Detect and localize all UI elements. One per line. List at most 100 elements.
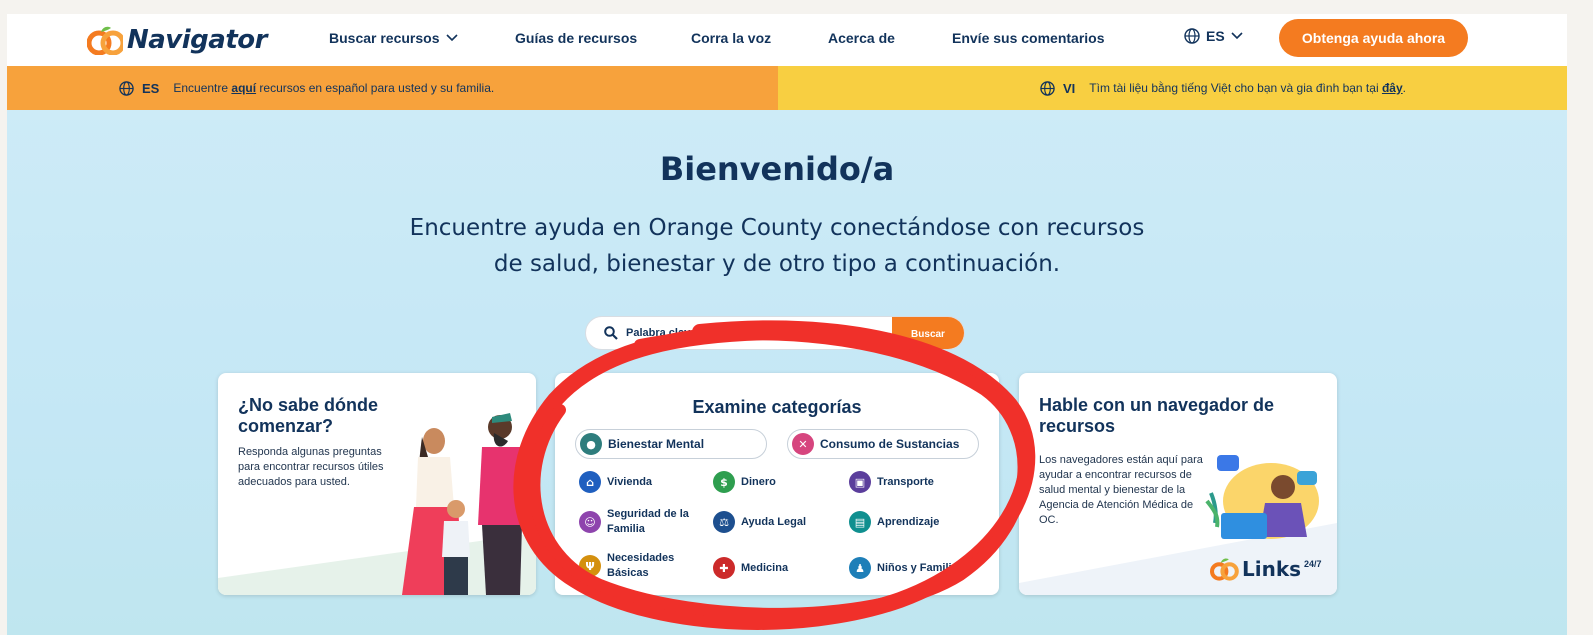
spanish-resources-link[interactable]: aquí: [231, 81, 256, 95]
nav-corra-la-voz[interactable]: Corra la voz: [691, 30, 771, 46]
page-title: Bienvenido/a: [659, 150, 895, 188]
nav-label: Envíe sus comentarios: [952, 30, 1105, 46]
card-description: Responda algunas preguntas para encontra…: [238, 445, 384, 490]
nav-label: Guías de recursos: [515, 30, 638, 46]
category-aprendizaje[interactable]: ▤ Aprendizaje: [849, 511, 939, 533]
utensils-icon: Ψ: [579, 555, 601, 577]
vietnamese-banner: VI Tìm tài liệu bằng tiếng Việt cho bạn …: [778, 66, 1567, 110]
child-icon: ♟: [849, 557, 871, 579]
nav-envie-comentarios[interactable]: Envíe sus comentarios: [952, 30, 1105, 46]
category-dinero[interactable]: $ Dinero: [713, 471, 776, 493]
card-text-line: ayudar a encontrar recursos de: [1039, 469, 1192, 481]
links-logo: Links 24/7: [1209, 557, 1322, 581]
nav-label: Corra la voz: [691, 30, 772, 46]
card-title-line: Hable con un navegador de: [1039, 395, 1275, 415]
card-title: Hable con un navegador de recursos: [1039, 395, 1274, 437]
hero-subtitle: Encuentre ayuda en Orange County conectá…: [397, 210, 1157, 282]
banner-text-before: Encuentre: [173, 81, 229, 95]
oc-logo-icon: [87, 26, 123, 55]
card-title-line: recursos: [1039, 416, 1116, 436]
card-description: Los navegadores están aquí para ayudar a…: [1039, 453, 1209, 528]
globe-icon: [1040, 80, 1055, 96]
talk-to-navigator-card[interactable]: Hable con un navegador de recursos Los n…: [1019, 373, 1337, 595]
nav-acerca-de[interactable]: Acerca de: [828, 30, 895, 46]
vietnamese-resources-link[interactable]: đây: [1382, 81, 1403, 95]
hero-subtitle-line: Encuentre ayuda en Orange County conectá…: [409, 215, 1145, 241]
category-label: Transporte: [877, 475, 934, 488]
nav-buscar-recursos[interactable]: Buscar recursos: [329, 30, 458, 46]
category-vivienda[interactable]: ⌂ Vivienda: [579, 471, 652, 493]
site-header: Navigator Buscar recursos Guías de recur…: [7, 14, 1567, 66]
browse-categories-card: Examine categorías ● Bienestar Mental ✕ …: [555, 373, 999, 595]
get-started-card[interactable]: ¿No sabe dónde comenzar? Responda alguna…: [218, 373, 536, 595]
category-label: Seguridad de la Familia: [607, 508, 689, 535]
category-seguridad-de-la-familia[interactable]: ☺ Seguridad de la Familia: [579, 507, 699, 537]
search-icon: [604, 326, 618, 340]
category-consumo-de-sustancias[interactable]: ✕ Consumo de Sustancias: [787, 429, 979, 459]
category-label: Bienestar Mental: [608, 437, 705, 451]
brain-icon: ●: [580, 433, 602, 455]
category-label: Necesidades Básicas: [607, 552, 675, 579]
search-button[interactable]: Buscar: [892, 317, 964, 349]
language-code: ES: [1206, 28, 1225, 44]
category-label: Medicina: [741, 561, 789, 574]
hero-subtitle-line: de salud, bienestar y de otro tipo a con…: [493, 251, 1061, 277]
pill-icon: ✕: [792, 433, 814, 455]
category-label: Consumo de Sustancias: [820, 437, 960, 451]
category-label: Vivienda: [607, 475, 653, 488]
banner-language-code: ES: [142, 80, 160, 96]
spanish-banner: ES Encuentre aquí recursos en español pa…: [7, 66, 778, 110]
category-bienestar-mental[interactable]: ● Bienestar Mental: [575, 429, 767, 459]
page-frame: Navigator Buscar recursos Guías de recur…: [7, 14, 1567, 635]
shield-icon: ☺: [579, 511, 601, 533]
nav-guias-de-recursos[interactable]: Guías de recursos: [515, 30, 637, 46]
nav-label: Acerca de: [828, 30, 895, 46]
logo[interactable]: Navigator: [87, 20, 267, 60]
category-ninos-y-familias[interactable]: ♟ Niños y Familias: [849, 557, 964, 579]
book-icon: ▤: [849, 511, 871, 533]
card-title-line: comenzar?: [238, 416, 334, 436]
category-label: Aprendizaje: [877, 515, 940, 528]
chevron-down-icon: [1231, 32, 1243, 40]
card-text-line: salud mental y bienestar de la: [1039, 484, 1186, 496]
category-label: Dinero: [741, 475, 776, 488]
card-title-line: ¿No sabe dónde: [238, 395, 379, 415]
card-text-line: Agencia de Atención Médica de: [1039, 499, 1194, 511]
search-bar: Buscar: [585, 316, 965, 350]
banner-text: Tìm tài liệu bằng tiếng Việt cho bạn và …: [1089, 81, 1406, 95]
card-title: ¿No sabe dónde comenzar?: [238, 395, 378, 437]
banner-text-before: Tìm tài liệu bằng tiếng Việt cho bạn và …: [1089, 81, 1379, 95]
category-transporte[interactable]: ▣ Transporte: [849, 471, 934, 493]
scales-icon: ⚖: [713, 511, 735, 533]
category-necesidades-basicas[interactable]: Ψ Necesidades Básicas: [579, 551, 689, 581]
category-label: Niños y Familias: [877, 561, 964, 574]
logo-text: Navigator: [127, 25, 267, 55]
banner-text-after: .: [1402, 81, 1406, 95]
get-help-now-button[interactable]: Obtenga ayuda ahora: [1279, 19, 1468, 57]
hero-section: Bienvenido/a Encuentre ayuda en Orange C…: [7, 110, 1567, 635]
family-illustration: [402, 413, 526, 595]
card-text-line: adecuados para usted.: [238, 476, 350, 488]
globe-icon: [119, 80, 134, 96]
banner-language-code: VI: [1063, 80, 1076, 96]
card-text-line: OC.: [1039, 514, 1059, 526]
medical-cross-icon: ✚: [713, 557, 735, 579]
oc-logo-icon: [1209, 558, 1239, 581]
categories-title: Examine categorías: [692, 397, 862, 417]
language-selector[interactable]: ES: [1184, 28, 1243, 44]
nav-label: Buscar recursos: [329, 30, 440, 46]
bus-icon: ▣: [849, 471, 871, 493]
links-brand-sup: 24/7: [1304, 559, 1322, 569]
card-text-line: para encontrar recursos útiles: [238, 461, 384, 473]
category-label: Ayuda Legal: [741, 515, 806, 528]
links-brand-text: Links: [1242, 557, 1302, 581]
banner-text-after: recursos en español para usted y su fami…: [259, 81, 495, 95]
banner-text: Encuentre aquí recursos en español para …: [173, 81, 494, 95]
dollar-icon: $: [713, 471, 735, 493]
search-input[interactable]: [626, 327, 896, 339]
category-medicina[interactable]: ✚ Medicina: [713, 557, 788, 579]
globe-icon: [1184, 28, 1200, 44]
card-text-line: Responda algunas preguntas: [238, 446, 382, 458]
home-icon: ⌂: [579, 471, 601, 493]
category-ayuda-legal[interactable]: ⚖ Ayuda Legal: [713, 511, 806, 533]
